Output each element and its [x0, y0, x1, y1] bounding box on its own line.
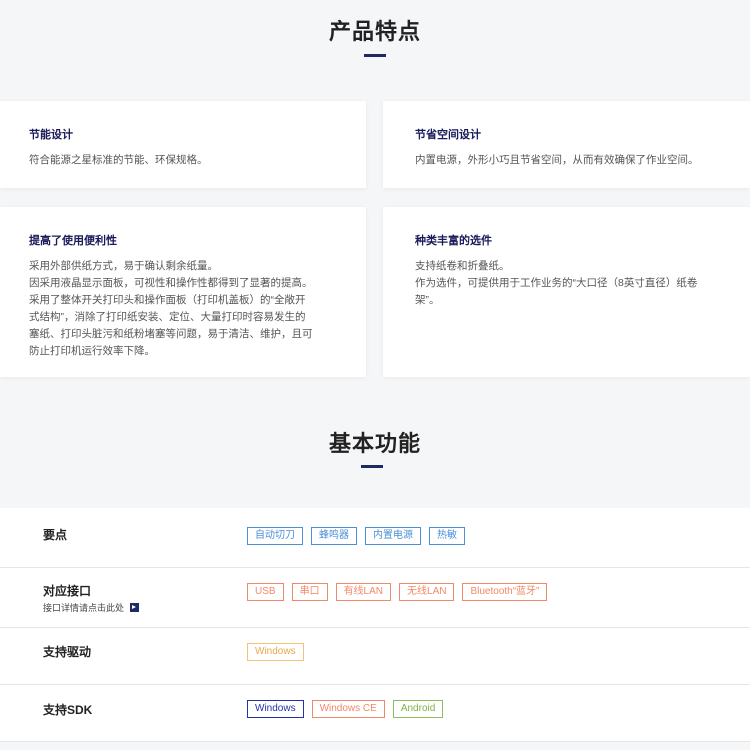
description-line: 作为选件，可提供用于工作业务的“大口径（8英寸直径）纸卷	[415, 277, 698, 289]
tag-windows-ce: Windows CE	[311, 700, 385, 718]
feature-card-title: 种类丰富的选件	[415, 235, 492, 247]
feature-card-energy-saving: 节能设计 符合能源之星标准的节能、环保规格。	[0, 101, 366, 188]
tag-list: 自动切刀 蜂鸣器 内置电源 热敏	[247, 527, 465, 545]
tag-buzzer: 蜂鸣器	[311, 527, 357, 545]
row-label: 要点	[43, 528, 68, 542]
features-title-underline	[364, 54, 386, 57]
functions-section-title: 基本功能	[328, 431, 421, 456]
description-line: 架”。	[415, 294, 440, 306]
row-label: 支持驱动	[43, 645, 92, 659]
feature-card-description: 支持纸卷和折叠纸。 作为选件，可提供用于工作业务的“大口径（8英寸直径）纸卷 架…	[415, 258, 720, 309]
description-line: 采用了整体开关打印头和操作面板（打印机盖板）的“全敞开	[29, 294, 306, 306]
interface-details-link[interactable]: 接口详情请点击此处	[43, 601, 140, 614]
feature-card-description: 内置电源，外形小巧且节省空间，从而有效确保了作业空间。	[415, 152, 720, 169]
arrow-right-square-icon[interactable]	[130, 603, 140, 612]
description-line: 防止打印机运行效率下降。	[29, 345, 155, 357]
feature-card-usability: 提高了使用便利性 采用外部供纸方式，易于确认剩余纸量。 因采用液晶显示面板，可视…	[0, 207, 366, 377]
feature-card-description: 符合能源之星标准的节能、环保规格。	[29, 152, 336, 169]
feature-card-options: 种类丰富的选件 支持纸卷和折叠纸。 作为选件，可提供用于工作业务的“大口径（8英…	[383, 207, 750, 377]
tag-thermal: 热敏	[429, 527, 465, 545]
tag-list: USB 串口 有线LAN 无线LAN Bluetooth“蓝牙”	[247, 583, 548, 601]
feature-card-title: 节省空间设计	[415, 129, 481, 141]
description-line: 塞纸、打印头脏污和纸粉堵塞等问题，易于清洁、维护，且可	[29, 328, 313, 340]
tag-usb: USB	[247, 583, 284, 601]
functions-table: 要点 自动切刀 蜂鸣器 内置电源 热敏 对应接口 接口详情请点击此处 USB 串…	[0, 508, 750, 742]
tag-windows: Windows	[247, 643, 304, 661]
tag-wireless-lan: 无线LAN	[399, 583, 455, 601]
function-row-drivers: 支持驱动 Windows	[0, 628, 750, 685]
description-line: 因采用液晶显示面板，可视性和操作性都得到了显著的提高。	[29, 277, 313, 289]
tag-windows: Windows	[247, 700, 304, 718]
interface-details-link-text[interactable]: 接口详情请点击此处	[43, 601, 124, 614]
feature-card-title: 节能设计	[29, 129, 73, 141]
feature-card-description: 采用外部供纸方式，易于确认剩余纸量。 因采用液晶显示面板，可视性和操作性都得到了…	[29, 258, 336, 360]
tag-android: Android	[392, 700, 444, 718]
description-line: 符合能源之星标准的节能、环保规格。	[29, 154, 208, 166]
description-line: 内置电源，外形小巧且节省空间，从而有效确保了作业空间。	[415, 154, 699, 166]
function-row-key-points: 要点 自动切刀 蜂鸣器 内置电源 热敏	[0, 508, 750, 568]
tag-auto-cutter: 自动切刀	[247, 527, 303, 545]
function-row-interfaces: 对应接口 接口详情请点击此处 USB 串口 有线LAN 无线LAN Blueto…	[0, 568, 750, 628]
tag-wired-lan: 有线LAN	[335, 583, 392, 601]
functions-title-underline	[361, 465, 383, 468]
feature-card-title: 提高了使用便利性	[29, 235, 117, 247]
description-line: 采用外部供纸方式，易于确认剩余纸量。	[29, 260, 218, 272]
features-section-title: 产品特点	[328, 19, 421, 44]
description-line: 支持纸卷和折叠纸。	[415, 260, 510, 272]
tag-bluetooth: Bluetooth“蓝牙”	[462, 583, 548, 601]
row-label: 支持SDK	[43, 703, 93, 717]
feature-card-space-saving: 节省空间设计 内置电源，外形小巧且节省空间，从而有效确保了作业空间。	[383, 101, 750, 188]
function-row-sdk: 支持SDK Windows Windows CE Android	[0, 685, 750, 742]
row-label: 对应接口	[43, 584, 92, 598]
tag-list: Windows	[247, 643, 304, 661]
tag-serial: 串口	[291, 583, 328, 601]
tag-built-in-power: 内置电源	[365, 527, 421, 545]
description-line: 式结构”，消除了打印纸安装、定位、大量打印时容易发生的	[29, 311, 306, 323]
tag-list: Windows Windows CE Android	[247, 700, 444, 718]
